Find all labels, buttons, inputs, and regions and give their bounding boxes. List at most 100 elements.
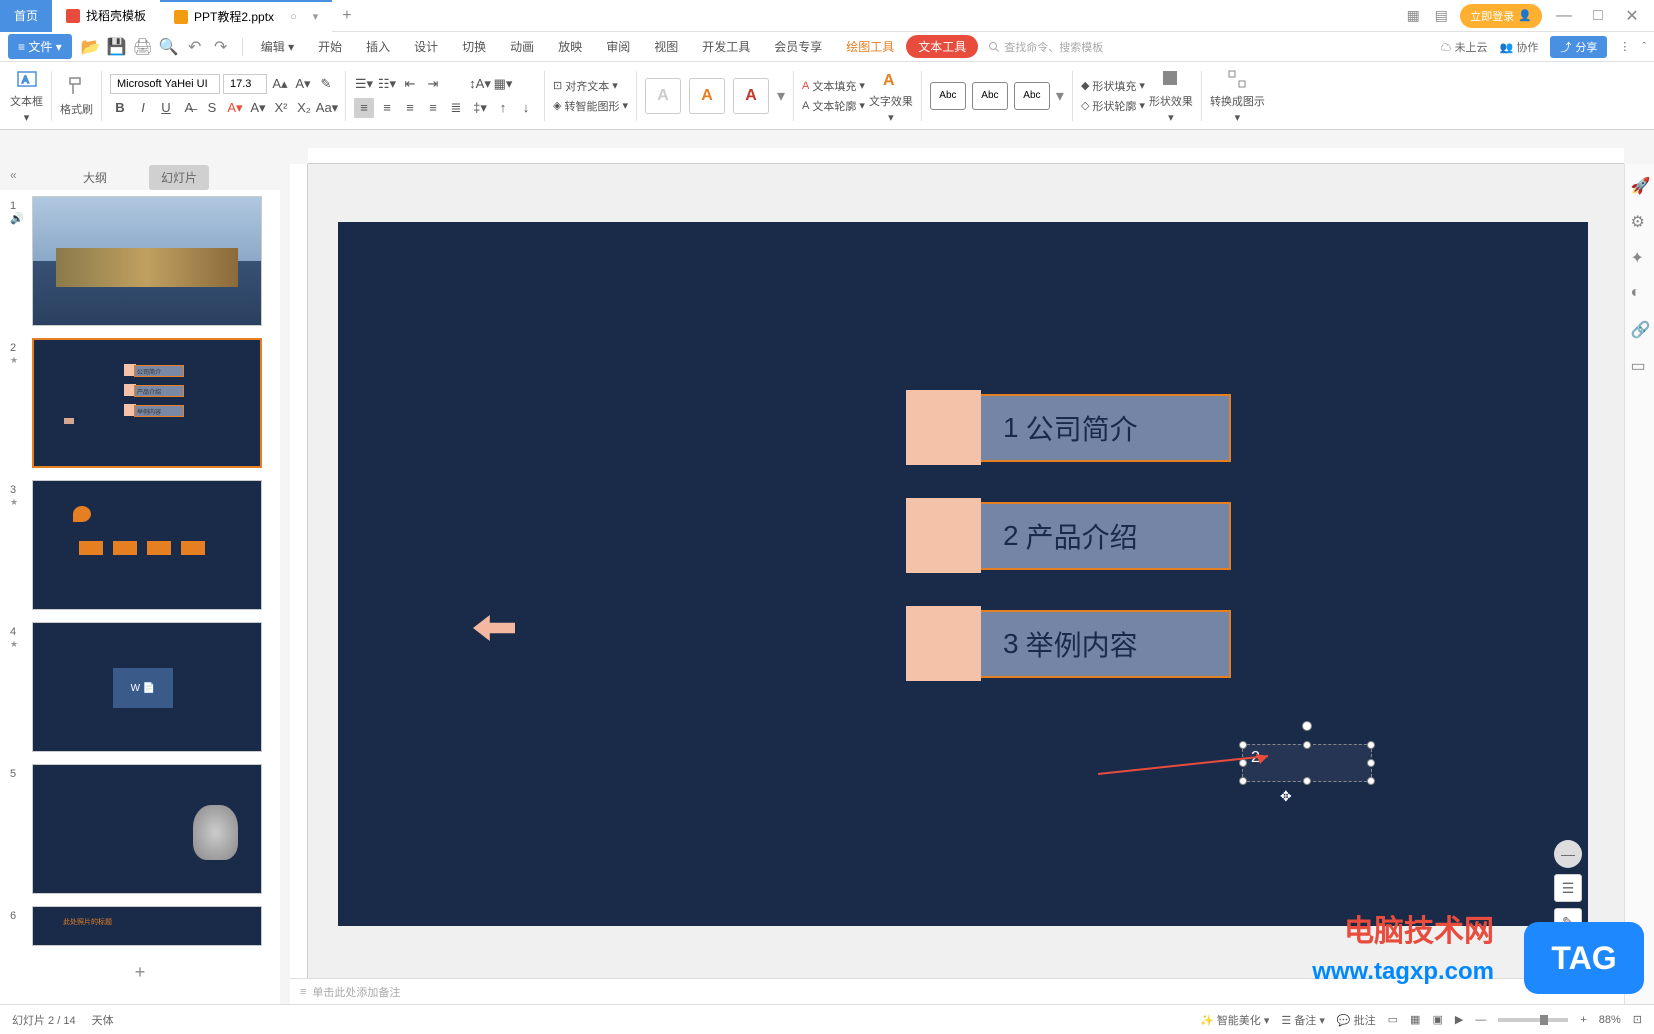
shape-outline-button[interactable]: ◇ 形状轮廓 ▾: [1081, 98, 1145, 114]
rocket-icon[interactable]: 🚀: [1631, 176, 1649, 194]
shape-style-3[interactable]: Abc: [1014, 82, 1050, 110]
view-normal-icon[interactable]: ▭: [1388, 1013, 1398, 1026]
menu-design[interactable]: 设计: [402, 38, 450, 55]
menu-text-tools[interactable]: 文本工具: [906, 35, 978, 58]
textbox-button[interactable]: A 文本框▾: [10, 67, 43, 124]
toc-item-3[interactable]: 3 举例内容: [906, 606, 1231, 681]
strike-button[interactable]: A̶: [179, 98, 199, 118]
shape-style-more[interactable]: ▾: [1056, 86, 1064, 106]
thumbnail-6[interactable]: 6 此处照片的标题: [0, 900, 280, 952]
tab-dropdown-icon[interactable]: ▾: [313, 10, 319, 23]
view-slideshow-icon[interactable]: ▶: [1455, 1013, 1463, 1026]
ruler-horizontal[interactable]: [308, 148, 1624, 164]
shape-style-1[interactable]: Abc: [930, 82, 966, 110]
selection-handle[interactable]: [1239, 777, 1247, 785]
bold-button[interactable]: B: [110, 98, 130, 118]
text-style-1[interactable]: A: [645, 78, 681, 114]
font-name-select[interactable]: [110, 74, 220, 94]
menu-drawing-tools[interactable]: 绘图工具: [834, 38, 906, 55]
settings-icon[interactable]: ⚙: [1631, 212, 1649, 230]
selection-handle[interactable]: [1367, 777, 1375, 785]
align-right-button[interactable]: ≡: [400, 98, 420, 118]
numbering-button[interactable]: ☷▾: [377, 74, 397, 94]
shape-fill-button[interactable]: ◆ 形状填充 ▾: [1081, 78, 1145, 94]
fit-icon[interactable]: ⊡: [1633, 1013, 1642, 1026]
menu-slideshow[interactable]: 放映: [546, 38, 594, 55]
text-direction-button[interactable]: ↕A▾: [470, 74, 490, 94]
close-button[interactable]: ✕: [1620, 4, 1644, 28]
share-button[interactable]: ⤴ 分享: [1550, 36, 1607, 58]
ruler-vertical[interactable]: [290, 164, 308, 1004]
spacing-before-button[interactable]: ↑: [493, 98, 513, 118]
columns-button[interactable]: ▦▾: [493, 74, 513, 94]
text-style-2[interactable]: A: [689, 78, 725, 114]
align-left-button[interactable]: ≡: [354, 98, 374, 118]
add-slide-button[interactable]: +: [0, 952, 280, 993]
sparkle-icon[interactable]: ✦: [1631, 248, 1649, 266]
tab-outline[interactable]: 大纲: [71, 165, 119, 190]
align-center-button[interactable]: ≡: [377, 98, 397, 118]
subscript-button[interactable]: X₂: [294, 98, 314, 118]
italic-button[interactable]: I: [133, 98, 153, 118]
open-icon[interactable]: 📂: [80, 36, 102, 58]
distribute-button[interactable]: ≣: [446, 98, 466, 118]
text-style-3[interactable]: A: [733, 78, 769, 114]
thumbnail-5[interactable]: 5: [0, 758, 280, 900]
layers-icon[interactable]: ☰: [1554, 874, 1582, 902]
save-icon[interactable]: 💾: [106, 36, 128, 58]
slide-canvas[interactable]: 1 公司简介 2 产品介绍 3 举例内容 2 ✥: [338, 222, 1588, 926]
arrow-shape[interactable]: [473, 615, 515, 641]
selection-handle[interactable]: [1367, 759, 1375, 767]
highlight-button[interactable]: A▾: [248, 98, 268, 118]
align-icon[interactable]: ⊞: [1554, 942, 1582, 970]
menu-member[interactable]: 会员专享: [762, 38, 834, 55]
redo-icon[interactable]: ↷: [210, 36, 232, 58]
apps-icon[interactable]: ▤: [1432, 7, 1450, 25]
thumbnail-1[interactable]: 1🔊: [0, 190, 280, 332]
notes-toggle[interactable]: ☰ 备注 ▾: [1281, 1012, 1325, 1028]
superscript-button[interactable]: X²: [271, 98, 291, 118]
font-color-button[interactable]: A▾: [225, 98, 245, 118]
align-text-button[interactable]: ⊡ 对齐文本 ▾: [553, 78, 628, 94]
zoom-slider[interactable]: [1498, 1018, 1568, 1022]
shadow-button[interactable]: S: [202, 98, 222, 118]
maximize-button[interactable]: □: [1586, 4, 1610, 28]
file-menu[interactable]: ≡ 文件 ▾: [8, 34, 72, 59]
text-fill-button[interactable]: A 文本填充 ▾: [802, 78, 865, 94]
indent-dec-button[interactable]: ⇤: [400, 74, 420, 94]
text-effect-button[interactable]: A 文字效果▾: [869, 67, 913, 124]
selection-handle[interactable]: [1367, 741, 1375, 749]
decrease-font-button[interactable]: A▾: [293, 74, 313, 94]
menu-transition[interactable]: 切换: [450, 38, 498, 55]
increase-font-button[interactable]: A▴: [270, 74, 290, 94]
underline-button[interactable]: U: [156, 98, 176, 118]
thumbnail-2[interactable]: 2★ 公司简介 产品介绍 举例内容: [0, 332, 280, 474]
format-painter-button[interactable]: 格式刷: [60, 75, 93, 117]
tab-template[interactable]: 找稻壳模板: [52, 0, 160, 32]
present-icon[interactable]: ▭: [1631, 356, 1649, 374]
thumbnail-3[interactable]: 3★: [0, 474, 280, 616]
thumbnail-4[interactable]: 4★ W 📄: [0, 616, 280, 758]
toc-item-1[interactable]: 1 公司简介: [906, 390, 1231, 465]
login-button[interactable]: 立即登录 👤: [1460, 4, 1542, 28]
bullets-button[interactable]: ☰▾: [354, 74, 374, 94]
tab-add-button[interactable]: +: [332, 7, 361, 25]
toc-item-2[interactable]: 2 产品介绍: [906, 498, 1231, 573]
menu-start[interactable]: 开始: [306, 38, 354, 55]
selection-handle[interactable]: [1303, 777, 1311, 785]
view-reading-icon[interactable]: ▣: [1432, 1013, 1442, 1026]
collapse-ribbon-icon[interactable]: ˆ: [1642, 41, 1646, 53]
search-box[interactable]: 查找命令、搜索模板: [988, 39, 1103, 55]
case-button[interactable]: Aa▾: [317, 98, 337, 118]
line-spacing-button[interactable]: ‡▾: [470, 98, 490, 118]
selection-handle[interactable]: [1239, 741, 1247, 749]
tab-slides[interactable]: 幻灯片: [149, 165, 209, 190]
selection-handle[interactable]: [1303, 741, 1311, 749]
print-icon[interactable]: 🖨: [132, 36, 154, 58]
notes-bar[interactable]: ≡ 单击此处添加备注: [290, 978, 1624, 1004]
zoom-out-icon[interactable]: —: [1475, 1014, 1486, 1026]
menu-animation[interactable]: 动画: [498, 38, 546, 55]
menu-view[interactable]: 视图: [642, 38, 690, 55]
clear-format-button[interactable]: ✎: [316, 74, 336, 94]
eyedropper-icon[interactable]: ✎: [1554, 908, 1582, 936]
